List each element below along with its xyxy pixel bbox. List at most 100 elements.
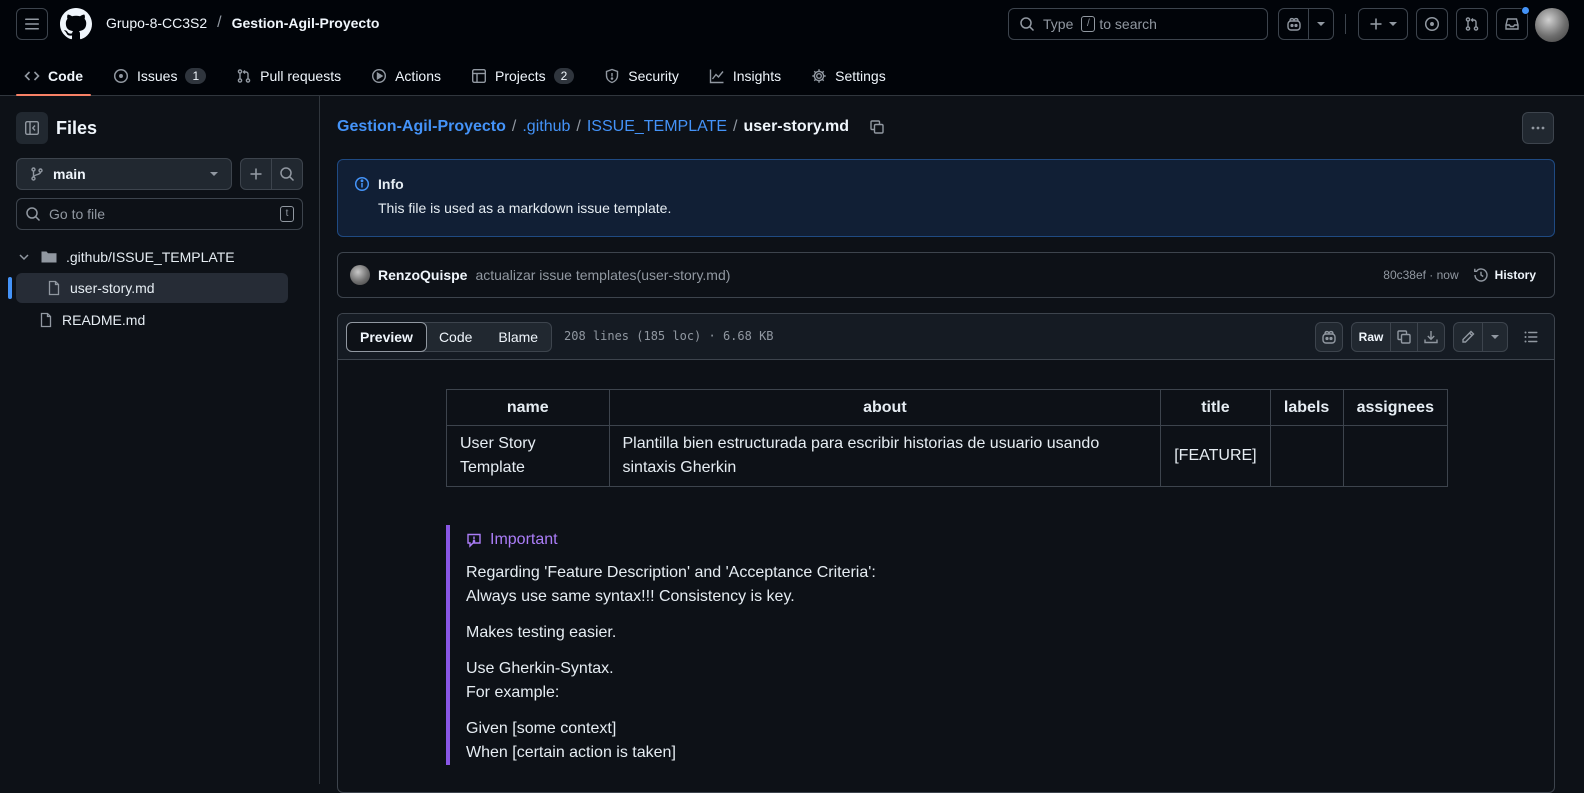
copy-icon [1397, 330, 1411, 344]
path-separator: / [576, 118, 581, 135]
table-cell [1342, 425, 1449, 487]
callout-paragraph: Use Gherkin-Syntax. For example: [466, 657, 1446, 705]
callout-line: When [certain action is taken] [466, 744, 676, 761]
gear-icon [812, 69, 826, 83]
commit-author-avatar[interactable] [350, 265, 370, 285]
preview-tab[interactable]: Preview [346, 322, 427, 352]
issue-opened-icon [1424, 16, 1440, 32]
tab-label: Issues [137, 68, 178, 84]
latest-commit-bar: RenzoQuispe actualizar issue templates(u… [337, 252, 1555, 298]
table-header: assignees [1342, 389, 1449, 426]
file-view: Gestion-Agil-Proyecto / .github / ISSUE_… [320, 96, 1584, 793]
table-row: User Story Template Plantilla bien estru… [446, 425, 1449, 487]
pull-requests-shortcut-button[interactable] [1456, 8, 1488, 40]
triangle-down-icon [1491, 335, 1499, 339]
tab-actions[interactable]: Actions [363, 56, 449, 96]
file-tree-sidebar: Files main t .github/ISSUE_TEMPLATE user… [0, 96, 320, 784]
three-bars-icon [25, 18, 39, 30]
table-cell [1269, 425, 1344, 487]
outline-button[interactable] [1516, 322, 1546, 352]
branch-selector-button[interactable]: main [16, 158, 232, 190]
graph-icon [709, 69, 724, 84]
create-new-button[interactable] [1358, 8, 1408, 40]
path-issue-template-link[interactable]: ISSUE_TEMPLATE [587, 118, 727, 136]
path-repo-link[interactable]: Gestion-Agil-Proyecto [337, 118, 506, 136]
add-file-button[interactable] [240, 158, 272, 190]
tab-projects[interactable]: Projects 2 [463, 56, 582, 96]
folder-icon [41, 251, 57, 263]
blame-tab[interactable]: Blame [485, 323, 551, 351]
copilot-icon [1287, 17, 1301, 31]
repo-owner-link[interactable]: Grupo-8-CC3S2 [106, 15, 207, 31]
collapse-sidebar-button[interactable] [16, 112, 48, 144]
play-icon [372, 68, 387, 84]
pencil-icon [1462, 330, 1475, 343]
tree-item-folder[interactable]: .github/ISSUE_TEMPLATE [16, 242, 296, 272]
go-to-file-shortcut-key: t [280, 206, 294, 222]
code-tab[interactable]: Code [426, 323, 485, 351]
copilot-menu-button[interactable] [1309, 9, 1333, 39]
github-logo-icon[interactable] [60, 8, 92, 40]
table-icon [472, 69, 487, 84]
info-icon [354, 176, 370, 192]
user-avatar[interactable] [1535, 8, 1569, 42]
search-files-button[interactable] [271, 158, 303, 190]
triangle-down-icon [210, 172, 218, 176]
callout-line: Use Gherkin-Syntax. [466, 660, 614, 677]
edit-file-button[interactable] [1453, 322, 1483, 352]
code-icon [24, 71, 40, 81]
tab-insights[interactable]: Insights [701, 56, 789, 96]
sidebar-collapse-icon [25, 121, 40, 136]
commit-sha-time[interactable]: 80c38ef · now [1383, 268, 1458, 282]
repo-nav-tabs: Code Issues 1 Pull requests Actions Proj… [16, 56, 908, 96]
edit-options-button[interactable] [1482, 322, 1508, 352]
go-to-file-field[interactable]: t [16, 198, 303, 230]
go-to-file-input[interactable] [49, 206, 272, 222]
download-button[interactable] [1417, 322, 1445, 352]
path-github-link[interactable]: .github [522, 118, 570, 136]
tab-label: Insights [732, 68, 782, 84]
global-search-input[interactable]: Type / to search [1008, 8, 1268, 40]
tab-issues[interactable]: Issues 1 [105, 56, 214, 96]
tab-pull-requests[interactable]: Pull requests [228, 56, 349, 96]
tree-item-label: README.md [62, 312, 146, 328]
commit-author[interactable]: RenzoQuispe [378, 267, 467, 283]
git-branch-icon [31, 167, 43, 181]
current-file-name: user-story.md [743, 118, 850, 135]
history-button[interactable]: History [1467, 267, 1542, 283]
copy-raw-button[interactable] [1390, 322, 1418, 352]
hamburger-menu-button[interactable] [16, 8, 48, 40]
ask-copilot-button[interactable] [1315, 322, 1343, 352]
callout-paragraph: Makes testing easier. [466, 624, 617, 641]
kebab-horizontal-icon [1531, 126, 1545, 130]
tab-label: Projects [495, 68, 546, 84]
tab-settings[interactable]: Settings [803, 56, 894, 96]
list-unordered-icon [1524, 331, 1538, 343]
callout-line: Regarding 'Feature Description' and 'Acc… [466, 564, 876, 581]
file-toolbar: Preview Code Blame 208 lines (185 loc) ·… [338, 314, 1554, 360]
tab-label: Security [628, 68, 679, 84]
copilot-button[interactable] [1279, 9, 1308, 39]
table-cell: Plantilla bien estructurada para escribi… [608, 425, 1162, 487]
issues-shortcut-button[interactable] [1416, 8, 1448, 40]
callout-paragraph: Regarding 'Feature Description' and 'Acc… [466, 561, 1446, 609]
tab-label: Actions [395, 68, 442, 84]
tree-item-readme-md[interactable]: README.md [38, 305, 288, 335]
raw-button[interactable]: Raw [1351, 322, 1391, 352]
more-options-button[interactable] [1522, 112, 1554, 144]
history-icon [1473, 268, 1488, 282]
file-content-box: Preview Code Blame 208 lines (185 loc) ·… [337, 313, 1555, 793]
repo-name-link[interactable]: Gestion-Agil-Proyecto [232, 15, 380, 31]
copy-icon [870, 120, 884, 134]
chevron-down-icon [19, 254, 29, 261]
table-header: name [446, 389, 610, 426]
search-placeholder-after: to search [1099, 16, 1157, 32]
copy-path-button[interactable] [869, 119, 885, 135]
tab-label: Pull requests [260, 68, 342, 84]
tab-code[interactable]: Code [16, 56, 91, 96]
callout-line: Given [some context] [466, 720, 617, 737]
tab-security[interactable]: Security [596, 56, 687, 96]
file-icon [40, 312, 52, 328]
commit-message[interactable]: actualizar issue templates(user-story.md… [475, 267, 730, 283]
tree-item-user-story-md[interactable]: user-story.md [16, 273, 288, 303]
